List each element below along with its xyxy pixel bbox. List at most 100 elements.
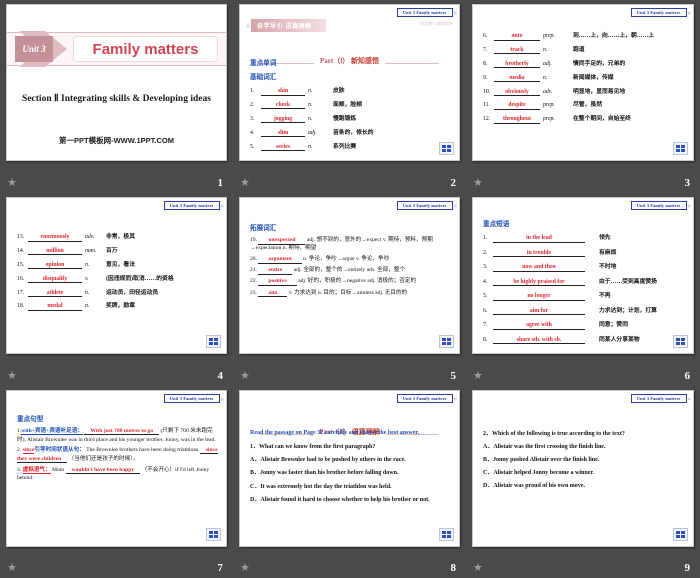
- slide-6[interactable]: Unit 3 Family matters » 重点短语 1. in the l…: [472, 197, 694, 354]
- slide-cell-4[interactable]: Unit 3 Family matters » 13. enormously a…: [0, 193, 233, 386]
- option-b[interactable]: B．Jonny pushed Alistair over the finish …: [483, 456, 685, 465]
- entry-word: unexpected: [258, 237, 306, 245]
- star-icon[interactable]: ★: [240, 370, 253, 383]
- vocab-number: 5.: [250, 143, 255, 150]
- sentence-pattern: with+宾语+宾语补足语：: [21, 428, 83, 435]
- grid-badge-icon[interactable]: [439, 528, 454, 541]
- unit-corner-tag: Unit 3 Family matters »: [396, 8, 457, 17]
- slide-cell-9[interactable]: Unit 3 Family matters » 2．Which of the f…: [466, 386, 700, 578]
- banner-subtitle: 自主预习·新知导学: [420, 22, 453, 26]
- option-b[interactable]: B．Jonny was faster than his brother befo…: [250, 469, 451, 478]
- slide-number: 6: [684, 370, 691, 382]
- vocab-pos: adv.: [543, 88, 553, 95]
- star-icon[interactable]: ★: [473, 370, 486, 383]
- unit-corner-label: Unit 3 Family matters: [396, 394, 453, 403]
- option-d[interactable]: D．Alistair was proud of his own move.: [483, 482, 685, 491]
- grid-badge-icon[interactable]: [673, 528, 688, 541]
- vocab-pos: n.: [543, 46, 548, 53]
- slide-7[interactable]: Unit 3 Family matters » 重点句型 1.with+宾语+宾…: [6, 390, 227, 547]
- vocab-pos: n.: [543, 74, 548, 81]
- entry-explanation: adj. 全部的，整个的→entirely adv. 全部，整个: [293, 267, 406, 274]
- vocab-word: medal: [28, 303, 82, 311]
- grid-badge-icon[interactable]: [206, 528, 221, 541]
- vocab-number: 13.: [17, 234, 25, 240]
- phrase-row: 1. in the lead 领先: [483, 232, 685, 243]
- vocab-row: 6. onto prep. 到……上，向……上，朝……上: [483, 30, 685, 41]
- chevron-right-icon: »: [687, 394, 691, 403]
- vocab-row: 11. despite prep. 尽管，虽然: [483, 99, 685, 110]
- slide-3[interactable]: Unit 3 Family matters » 6. onto prep. 到……: [472, 4, 694, 161]
- unit-corner-label: Unit 3 Family matters: [630, 201, 687, 210]
- slide-2[interactable]: Unit 3 Family matters » » 自学导引·语篇理解 自主预习…: [239, 4, 460, 161]
- phrase-text: in trouble: [493, 250, 585, 257]
- vocab-meaning: 皮肤: [333, 88, 345, 94]
- vocab-word: track: [494, 47, 540, 55]
- vocab-word: disqualify: [28, 276, 82, 284]
- chevron-right-icon: »: [220, 201, 224, 210]
- vocab-word: despite: [494, 102, 540, 110]
- sentence-row: 3. 虚拟语气： Mum wouldn't have been happy （不…: [17, 466, 218, 483]
- slide-cell-7[interactable]: Unit 3 Family matters » 重点句型 1.with+宾语+宾…: [0, 386, 233, 578]
- section-heading: 重点短语: [483, 221, 510, 228]
- vocab-word: media: [494, 75, 540, 83]
- vocab-pos: n.: [85, 261, 90, 268]
- star-icon[interactable]: ★: [473, 177, 486, 190]
- slide-8[interactable]: Unit 3 Family matters » Part（Ⅱ） 语篇理解 Rea…: [239, 390, 460, 547]
- grid-badge-icon[interactable]: [673, 142, 688, 155]
- vocab-meaning: 新闻媒体，传媒: [573, 74, 614, 81]
- slide-cell-8[interactable]: Unit 3 Family matters » Part（Ⅱ） 语篇理解 Rea…: [233, 386, 466, 578]
- section-heading: 重点单词: [250, 60, 277, 67]
- slide-cell-1[interactable]: Unit 3 Family matters Section Ⅱ Integrat…: [0, 0, 233, 193]
- option-a[interactable]: A．Alistair was the first crossing the fi…: [483, 443, 685, 452]
- slide-cell-6[interactable]: Unit 3 Family matters » 重点短语 1. in the l…: [466, 193, 700, 386]
- slide-cell-2[interactable]: Unit 3 Family matters » » 自学导引·语篇理解 自主预习…: [233, 0, 466, 193]
- slide-9[interactable]: Unit 3 Family matters » 2．Which of the f…: [472, 390, 694, 547]
- star-icon[interactable]: ★: [240, 562, 253, 575]
- vocab-word: throughout: [494, 116, 540, 124]
- grid-badge-icon[interactable]: [439, 142, 454, 155]
- entry-explanation: n. 争论，争吵→argue v. 争论，争吵: [303, 256, 390, 263]
- phrase-number: 6.: [483, 307, 488, 314]
- star-icon[interactable]: ★: [7, 177, 20, 190]
- vocab-pos: num.: [85, 247, 97, 254]
- phrase-text: in the lead: [493, 235, 585, 243]
- star-icon[interactable]: ★: [7, 370, 20, 383]
- unit-corner-label: Unit 3 Family matters: [630, 8, 687, 17]
- vocab-word: onto: [494, 33, 540, 41]
- vocab-number: 2.: [250, 101, 255, 108]
- slide-5[interactable]: Unit 3 Family matters » 拓展词汇 19. unexpec…: [239, 197, 460, 354]
- vocab-meaning: 面颊，脸颊: [333, 101, 362, 108]
- unit-corner-label: Unit 3 Family matters: [163, 394, 220, 403]
- option-c[interactable]: C．Alistair helped Jonny become a winner.: [483, 469, 685, 478]
- vocab-word: jogging: [261, 116, 305, 124]
- grid-badge-icon[interactable]: [439, 335, 454, 348]
- vocab-number: 16.: [17, 275, 25, 282]
- star-icon[interactable]: ★: [7, 562, 20, 575]
- option-c[interactable]: C．It was extremely hot the day the triat…: [250, 483, 451, 492]
- vocab-row: 10. obviously adv. 明显地，显而易见地: [483, 86, 685, 97]
- unit-corner-tag: Unit 3 Family matters »: [163, 394, 224, 403]
- entry-number: 21.: [250, 267, 257, 274]
- section-heading: 拓展词汇: [250, 225, 277, 232]
- vocab-entry: 20. argument n. 争论，争吵→argue v. 争论，争吵: [250, 255, 451, 264]
- grid-badge-icon[interactable]: [206, 335, 221, 348]
- option-a[interactable]: A．Alistair Brownlee had to be pushed by …: [250, 456, 451, 465]
- vocab-number: 1.: [250, 88, 255, 94]
- vocab-meaning: 到……上，向……上，朝……上: [573, 33, 655, 39]
- unit-corner-label: Unit 3 Family matters: [163, 201, 220, 210]
- star-icon[interactable]: ★: [240, 177, 253, 190]
- slide-cell-3[interactable]: Unit 3 Family matters » 6. onto prep. 到……: [466, 0, 700, 193]
- section-banner-label: 自学导引·语篇理解: [251, 18, 326, 32]
- vocab-row: 12. throughout prep. 在整个期间，自始至终: [483, 113, 685, 124]
- slide-4[interactable]: Unit 3 Family matters » 13. enormously a…: [6, 197, 227, 354]
- phrase-row: 7. agree with 同意；赞同: [483, 319, 685, 330]
- option-d[interactable]: D．Alistair found it hard to choose wheth…: [250, 496, 451, 505]
- page-title: Family matters: [92, 40, 199, 58]
- star-icon[interactable]: ★: [473, 562, 486, 575]
- chevron-right-icon: »: [687, 201, 691, 210]
- phrase-number: 5.: [483, 293, 488, 299]
- grid-badge-icon[interactable]: [673, 335, 688, 348]
- slide-1[interactable]: Unit 3 Family matters Section Ⅱ Integrat…: [6, 4, 227, 161]
- slide-cell-5[interactable]: Unit 3 Family matters » 拓展词汇 19. unexpec…: [233, 193, 466, 386]
- vocab-meaning: 意见，看法: [106, 261, 135, 268]
